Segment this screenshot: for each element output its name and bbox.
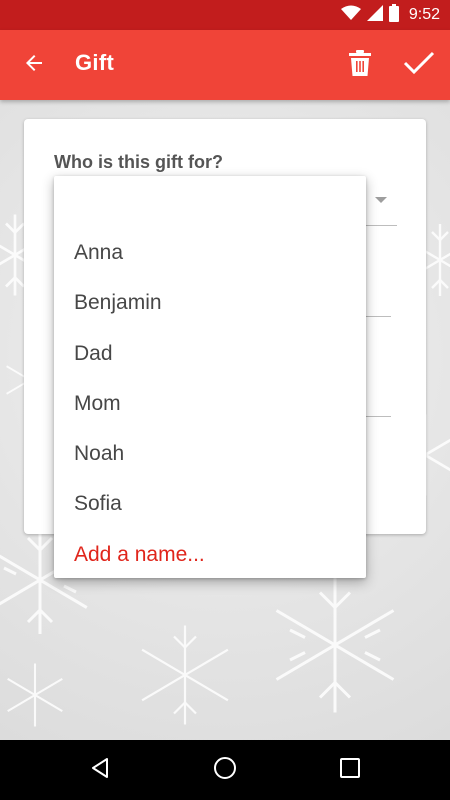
- status-bar: 9:52: [0, 0, 450, 30]
- page-title: Gift: [75, 50, 115, 75]
- trash-icon: [348, 49, 372, 82]
- dropdown-option-mom[interactable]: Mom: [74, 392, 121, 416]
- snowflake-icon: [7, 663, 63, 727]
- status-icons: 9:52: [340, 3, 440, 27]
- dropdown-option-noah[interactable]: Noah: [74, 442, 124, 466]
- recipient-dropdown-menu: Anna Benjamin Dad Mom Noah Sofia Add a n…: [54, 176, 366, 578]
- check-icon: [403, 50, 435, 81]
- recipient-question-label: Who is this gift for?: [54, 152, 223, 172]
- signal-icon: [366, 4, 383, 26]
- dropdown-option-sofia[interactable]: Sofia: [74, 492, 122, 516]
- delete-button[interactable]: [342, 47, 378, 83]
- nav-recents-button[interactable]: [334, 754, 366, 786]
- back-button[interactable]: [16, 47, 52, 83]
- app-bar: Gift: [0, 30, 450, 100]
- dropdown-option-dad[interactable]: Dad: [74, 342, 113, 366]
- snowflake-icon: [141, 625, 229, 725]
- battery-icon: [388, 3, 399, 27]
- nav-back-button[interactable]: [84, 754, 116, 786]
- status-time: 9:52: [408, 6, 440, 23]
- arrow-back-icon: [22, 51, 46, 80]
- add-name-option[interactable]: Add a name...: [74, 543, 205, 567]
- home-circle-icon: [212, 755, 238, 786]
- wifi-icon: [340, 5, 361, 26]
- confirm-button[interactable]: [400, 47, 438, 83]
- recents-square-icon: [339, 757, 361, 784]
- system-nav-bar: [0, 740, 450, 800]
- snowflake-icon: [275, 577, 395, 713]
- back-triangle-icon: [88, 756, 112, 785]
- nav-home-button[interactable]: [209, 754, 241, 786]
- dropdown-option-anna[interactable]: Anna: [74, 241, 123, 265]
- dropdown-option-benjamin[interactable]: Benjamin: [74, 291, 162, 315]
- dropdown-arrow-icon[interactable]: [375, 197, 387, 203]
